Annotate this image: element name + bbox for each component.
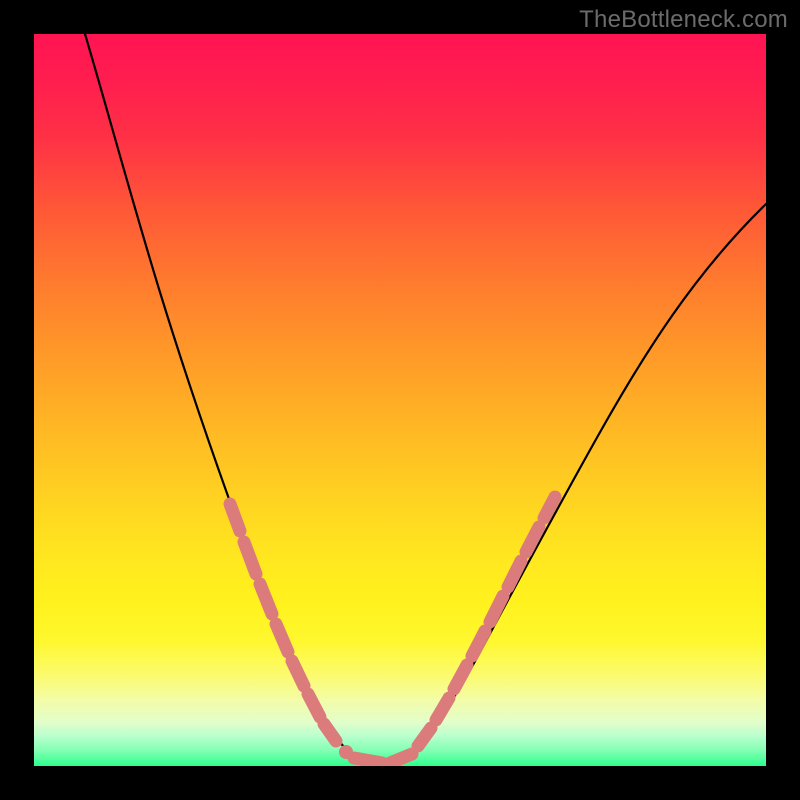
beads-left-branch bbox=[230, 504, 336, 741]
beads-right-branch bbox=[418, 497, 555, 746]
watermark-text: TheBottleneck.com bbox=[579, 6, 788, 34]
plot-area bbox=[34, 34, 766, 766]
beads-valley-floor bbox=[339, 745, 412, 763]
outer-frame: TheBottleneck.com bbox=[0, 0, 800, 800]
bottleneck-curve bbox=[85, 34, 766, 764]
curve-svg bbox=[34, 34, 766, 766]
